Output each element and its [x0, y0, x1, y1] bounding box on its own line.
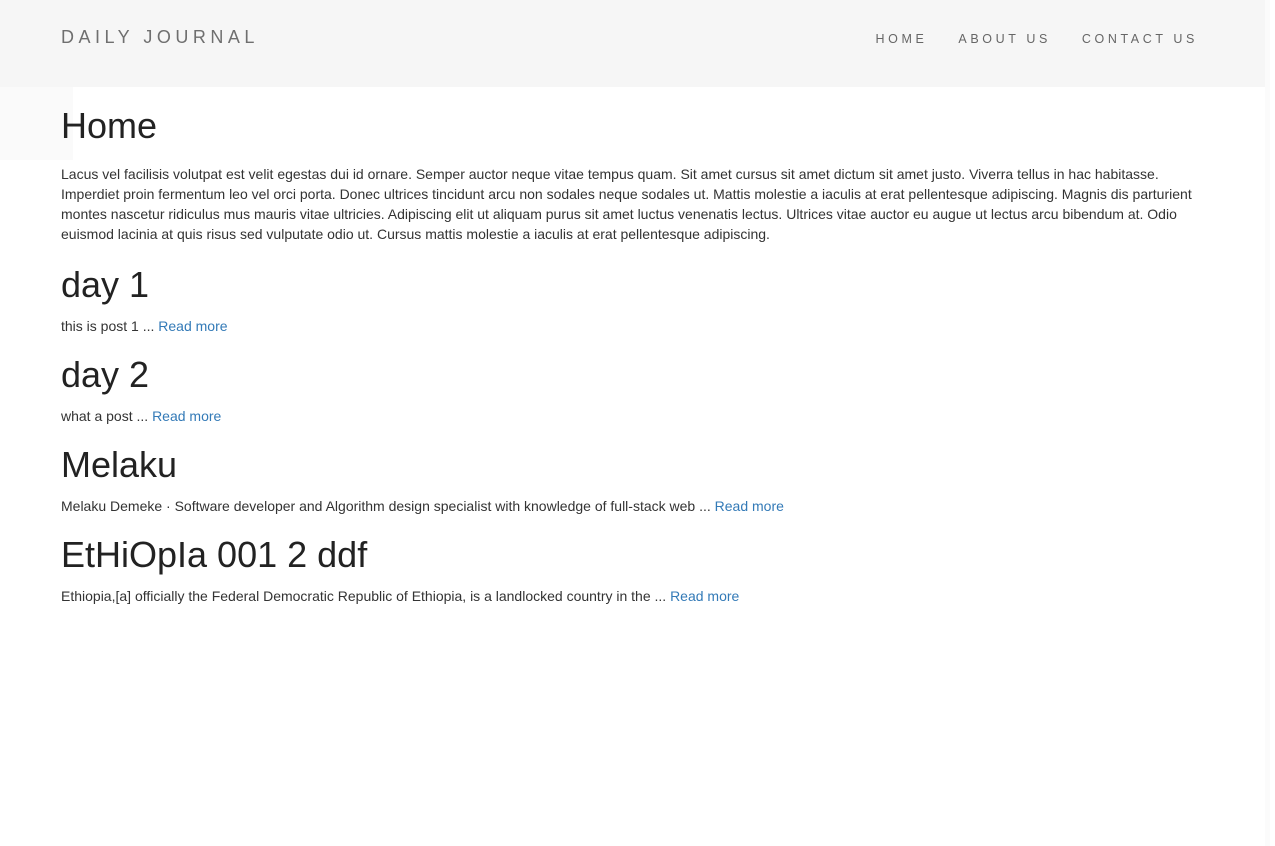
read-more-link[interactable]: Read more: [158, 318, 227, 334]
post-excerpt-text: this is post 1 ...: [61, 318, 155, 334]
nav-link-about-us[interactable]: ABOUT US: [958, 32, 1050, 46]
post-title: EtHiOpIa 001 2 ddf: [61, 534, 368, 575]
post-title: day 1: [61, 264, 150, 305]
post-title: day 2: [61, 354, 150, 395]
nav-link-home[interactable]: HOME: [876, 32, 928, 46]
page: DAILY JOURNAL HOME ABOUT US CONTACT US H…: [0, 0, 1270, 846]
post-day-1: day 1 this is post 1 ... Read more: [61, 261, 1201, 335]
post-excerpt-text: Melaku Demeke · Software developer and A…: [61, 498, 711, 514]
read-more-link[interactable]: Read more: [670, 588, 739, 604]
main-content: Home Lacus vel facilisis volutpat est ve…: [61, 102, 1201, 605]
post-excerpt: Melaku Demeke · Software developer and A…: [61, 497, 1201, 515]
post-excerpt: Ethiopia,[a] officially the Federal Demo…: [61, 587, 1201, 605]
nav-item-about-us: ABOUT US: [958, 30, 1050, 48]
read-more-link[interactable]: Read more: [715, 498, 784, 514]
right-edge-divider: [1265, 0, 1270, 846]
post-excerpt-text: what a post ...: [61, 408, 149, 424]
brand-link[interactable]: DAILY JOURNAL: [61, 27, 259, 47]
read-more-link[interactable]: Read more: [152, 408, 221, 424]
nav-link-contact-us[interactable]: CONTACT US: [1082, 32, 1198, 46]
navbar: DAILY JOURNAL HOME ABOUT US CONTACT US: [0, 0, 1270, 87]
page-title: Home: [61, 105, 158, 146]
nav-item-home: HOME: [876, 30, 928, 48]
post-day-2: day 2 what a post ... Read more: [61, 351, 1201, 425]
top-nav: HOME ABOUT US CONTACT US: [876, 30, 1199, 48]
post-excerpt: this is post 1 ... Read more: [61, 317, 1201, 335]
post-excerpt: what a post ... Read more: [61, 407, 1201, 425]
nav-item-contact-us: CONTACT US: [1082, 30, 1198, 48]
post-ethiopia: EtHiOpIa 001 2 ddf Ethiopia,[a] official…: [61, 531, 1201, 605]
post-excerpt-text: Ethiopia,[a] officially the Federal Demo…: [61, 588, 667, 604]
post-melaku: Melaku Melaku Demeke · Software develope…: [61, 441, 1201, 515]
intro-paragraph: Lacus vel facilisis volutpat est velit e…: [61, 166, 1192, 242]
post-title: Melaku: [61, 444, 178, 485]
